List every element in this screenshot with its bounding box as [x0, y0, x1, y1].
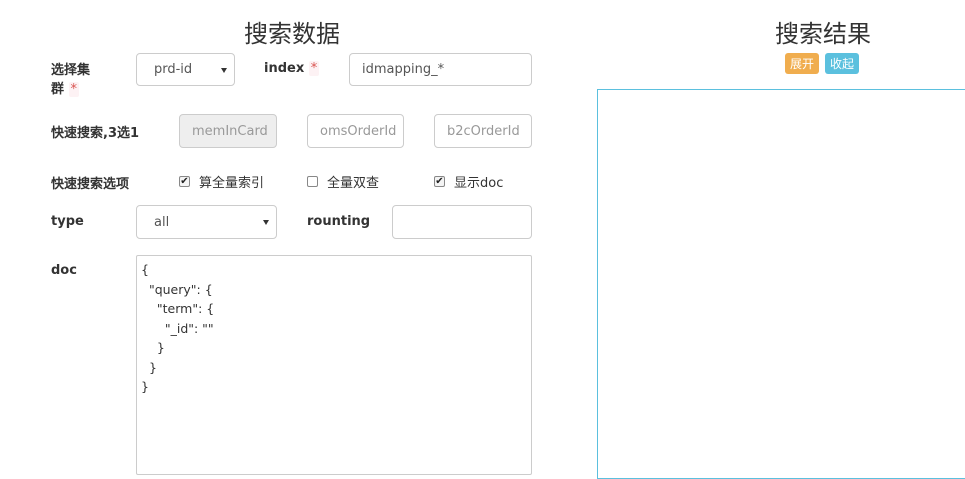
routing-label: rounting [307, 214, 371, 229]
member-card-placeholder: memInCard [192, 123, 268, 139]
option-dual-query-label: 全量双查 [327, 176, 380, 191]
option-dual-query[interactable]: 全量双查 [307, 172, 379, 191]
cluster-label-line1: 选择集 [51, 63, 91, 78]
routing-input[interactable] [392, 205, 532, 239]
checkbox-checked-icon[interactable]: ✔ [179, 176, 190, 187]
cluster-required-mark: * [68, 82, 80, 97]
index-input-value: idmapping_* [362, 62, 445, 77]
chevron-down-icon [263, 220, 269, 225]
doc-textarea[interactable]: { "query": { "term": { "_id": "" } } } [136, 255, 532, 475]
chevron-down-icon [221, 67, 227, 73]
collapse-button[interactable]: 收起 [825, 53, 860, 74]
index-label: index * [264, 61, 320, 76]
oms-order-id-placeholder: omsOrderId [320, 123, 397, 139]
oms-order-id-input[interactable]: omsOrderId [307, 114, 404, 148]
options-label: 快速搜索选项 [51, 177, 130, 192]
type-select-value: all [154, 214, 170, 230]
index-required-mark: * [308, 61, 320, 76]
checkbox-unchecked-icon[interactable] [307, 176, 318, 187]
cluster-label-line2: 群 [51, 82, 65, 97]
option-full-index-label: 算全量索引 [199, 176, 265, 191]
checkbox-checked-icon[interactable]: ✔ [434, 176, 445, 187]
search-results-title: 搜索结果 [775, 20, 871, 48]
quick-search-label: 快速搜索,3选1 [51, 126, 140, 141]
index-input[interactable]: idmapping_* [349, 53, 532, 86]
cluster-select-value: prd-id [154, 62, 193, 77]
option-full-index[interactable]: ✔ 算全量索引 [179, 172, 264, 191]
doc-label: doc [51, 263, 77, 278]
b2c-order-id-input[interactable]: b2cOrderId [434, 114, 532, 148]
b2c-order-id-placeholder: b2cOrderId [447, 123, 520, 139]
member-card-input[interactable]: memInCard [179, 114, 277, 148]
search-data-title: 搜索数据 [244, 20, 340, 48]
type-select[interactable]: all [136, 205, 277, 239]
expand-button[interactable]: 展开 [785, 53, 820, 74]
cluster-label: 选择集 群 * [51, 61, 111, 99]
type-label: type [51, 214, 84, 229]
cluster-select[interactable]: prd-id [136, 53, 235, 86]
search-results-panel [597, 89, 965, 479]
index-label-text: index [264, 61, 305, 76]
option-show-doc[interactable]: ✔ 显示doc [434, 172, 503, 191]
option-show-doc-label: 显示doc [454, 176, 504, 191]
